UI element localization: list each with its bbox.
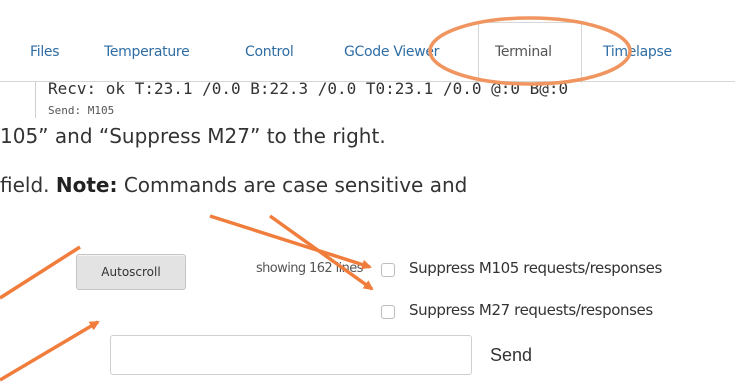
tab-control[interactable]: Control <box>245 44 294 60</box>
terminal-output: Recv: ok T:23.1 /0.0 B:22.3 /0.0 T0:23.1… <box>35 82 735 118</box>
terminal-line: Recv: ok T:23.1 /0.0 B:22.3 /0.0 T0:23.1… <box>48 82 569 98</box>
tab-gcode-viewer[interactable]: GCode Viewer <box>344 44 439 60</box>
arrow-to-input <box>0 320 100 382</box>
line-count-text: showing 162 lines <box>256 261 363 276</box>
autoscroll-button[interactable]: Autoscroll <box>76 254 186 290</box>
command-input[interactable] <box>110 335 472 375</box>
suppress-m27-label[interactable]: Suppress M27 requests/responses <box>409 301 653 319</box>
suppress-m105-checkbox[interactable] <box>381 263 395 277</box>
send-button[interactable]: Send <box>490 345 532 366</box>
instruction-text: field. Note: Commands are case sensitive… <box>0 173 467 197</box>
arrow-to-m27 <box>268 214 374 291</box>
tab-files[interactable]: Files <box>30 44 60 60</box>
arrow-partial <box>0 245 81 300</box>
tab-bar: Files Temperature Control GCode Viewer T… <box>0 0 735 83</box>
tab-terminal[interactable]: Terminal <box>495 44 552 60</box>
instruction-text: 105” and “Suppress M27” to the right. <box>0 124 386 148</box>
suppress-m27-checkbox[interactable] <box>381 305 395 319</box>
arrow-to-m105 <box>209 214 372 270</box>
terminal-line: Send: M105 <box>48 104 115 117</box>
tab-timelapse[interactable]: Timelapse <box>603 44 672 60</box>
note-label: Note: <box>55 173 118 197</box>
instruction-prefix: field. <box>0 173 56 197</box>
suppress-m105-label[interactable]: Suppress M105 requests/responses <box>409 259 662 277</box>
instruction-suffix: Commands are case sensitive and <box>117 173 468 197</box>
tab-temperature[interactable]: Temperature <box>104 44 190 60</box>
